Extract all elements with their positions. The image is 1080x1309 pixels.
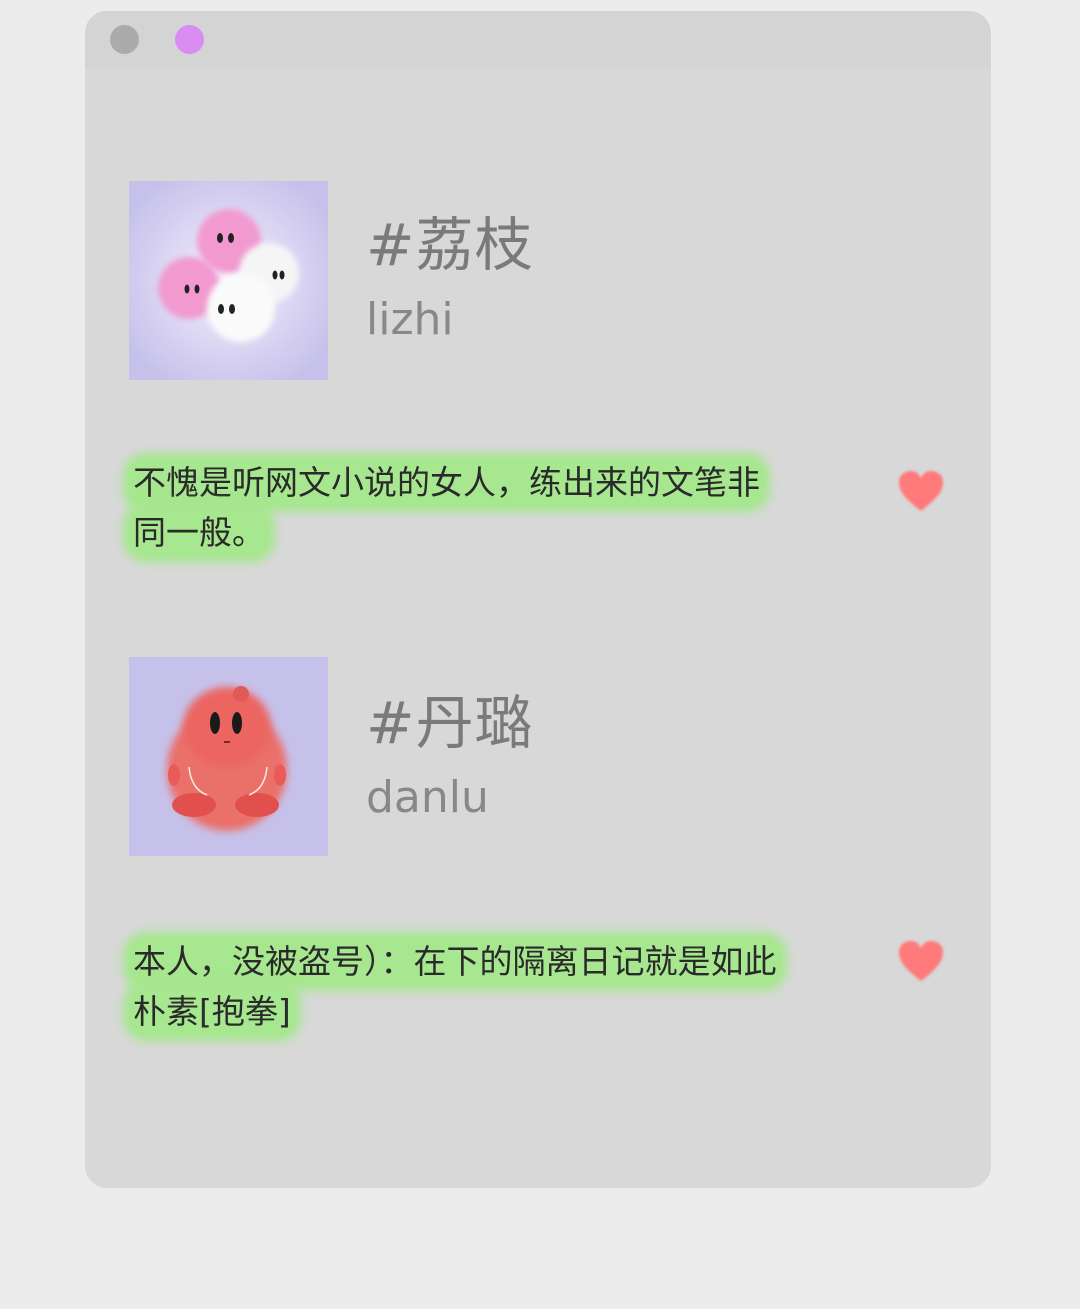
message-text: 本人，没被盗号）：在下的隔离日记就是如此朴素[抱拳] (129, 938, 781, 1035)
post-handle: danlu (366, 772, 489, 823)
window-minimize-dot[interactable] (175, 25, 204, 54)
heart-icon[interactable] (897, 939, 945, 983)
window-titlebar (85, 11, 991, 68)
fluffy-puffballs-icon (129, 181, 328, 380)
heart-icon[interactable] (897, 469, 945, 513)
message-text: 不愧是听网文小说的女人，练出来的文笔非同一般。 (129, 459, 764, 556)
avatar-lizhi[interactable] (129, 181, 328, 380)
post-tag[interactable]: #丹璐 (366, 694, 534, 752)
message-bubble: 不愧是听网文小说的女人，练出来的文笔非同一般。 (129, 458, 789, 558)
post-handle: lizhi (366, 294, 454, 345)
window-close-dot[interactable] (110, 25, 139, 54)
avatar-danlu[interactable] (129, 657, 328, 856)
app-window: #荔枝 lizhi 不愧是听网文小说的女人，练出来的文笔非同一般。 #丹璐 da… (85, 11, 991, 1188)
post-tag[interactable]: #荔枝 (366, 216, 534, 274)
red-blob-character-icon (129, 657, 328, 856)
message-bubble: 本人，没被盗号）：在下的隔离日记就是如此朴素[抱拳] (129, 937, 789, 1037)
